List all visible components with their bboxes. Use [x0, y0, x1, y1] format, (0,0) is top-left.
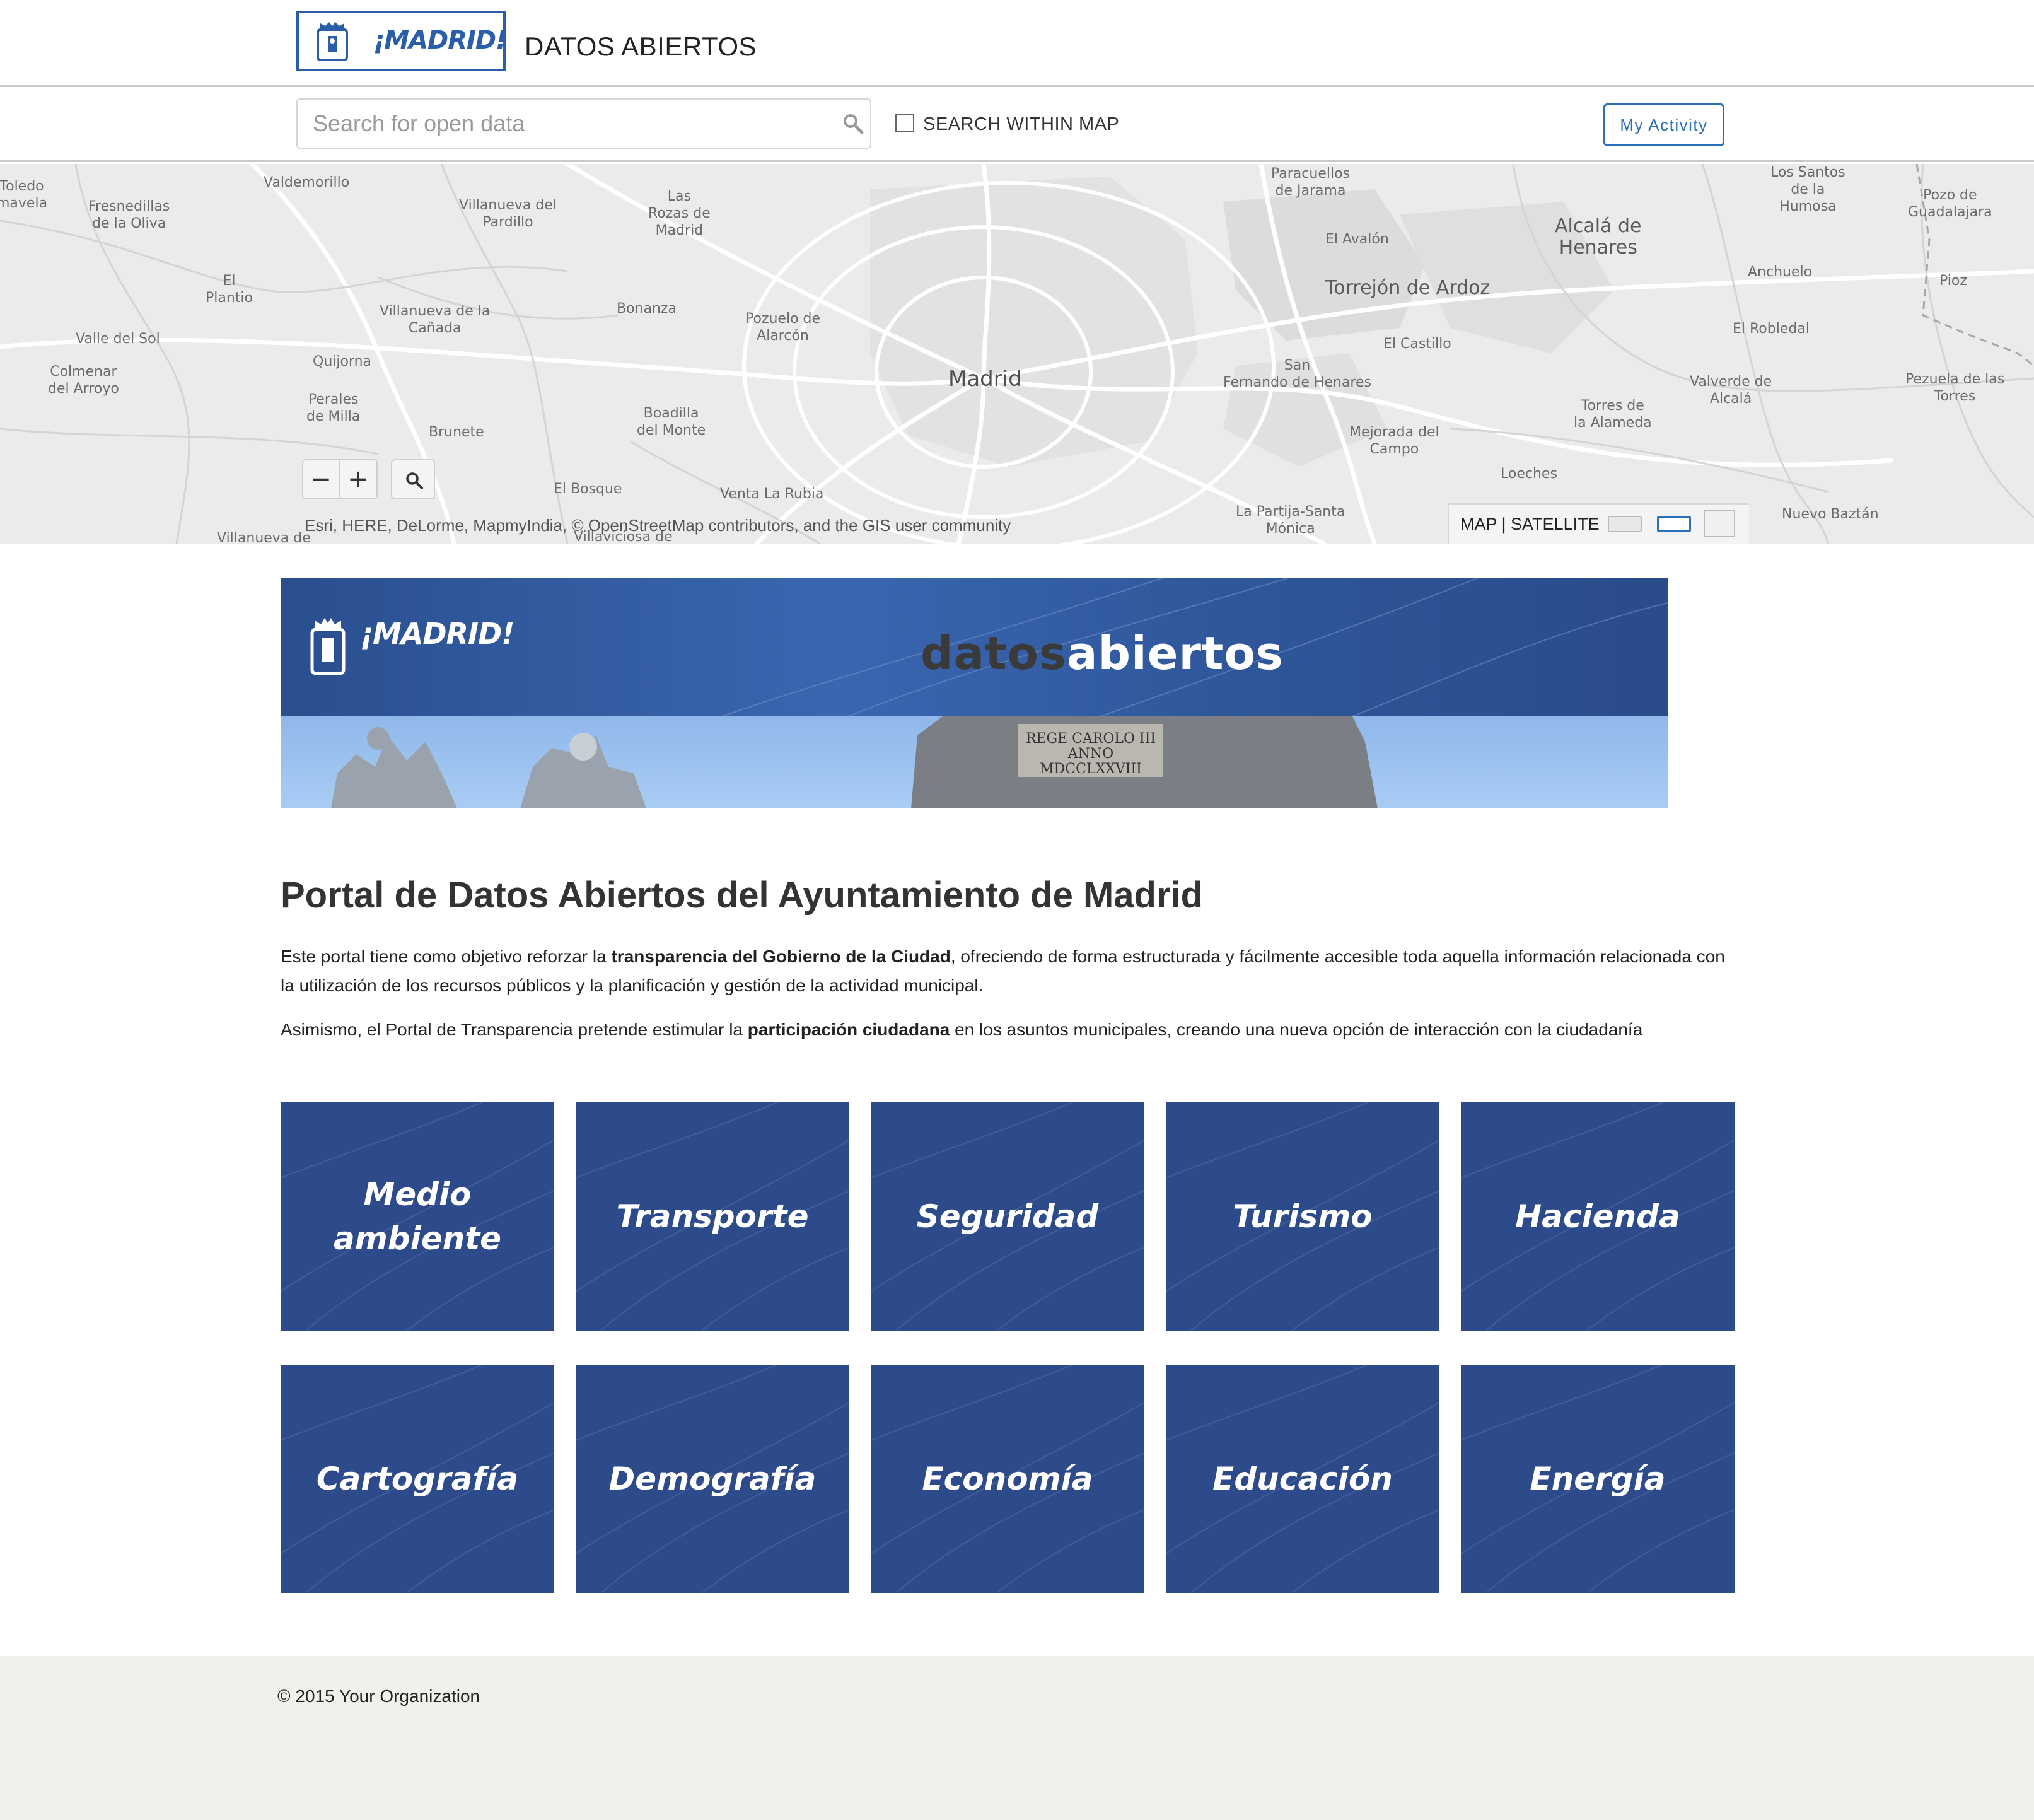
category-tile-medio-ambiente[interactable]: Medio ambiente [281, 1102, 554, 1331]
copyright-text: © 2015 Your Organization [277, 1686, 480, 1706]
map-place-label: Pozo de Guadalajara [1908, 187, 1992, 220]
map-place-label: Torrejón de Ardoz [1325, 277, 1491, 299]
category-tile-label: Demografía [608, 1461, 817, 1497]
hero-banner: ¡MADRID! datosabiertos REGE CAROLO III A… [281, 578, 1668, 808]
page-title: Portal de Datos Abiertos del Ayuntamient… [281, 875, 1204, 916]
site-footer: © 2015 Your Organization [0, 1656, 2034, 1820]
my-activity-button[interactable]: My Activity [1603, 103, 1724, 146]
category-tile-label: Turismo [1233, 1198, 1373, 1235]
madrid-logo[interactable]: ¡MADRID! [296, 11, 507, 71]
category-tile-label: Transporte [616, 1198, 809, 1235]
search-input[interactable] [296, 98, 871, 149]
search-within-map-label[interactable]: SEARCH WITHIN MAP [923, 114, 1119, 135]
category-tile-turismo[interactable]: Turismo [1166, 1102, 1439, 1331]
basemap-thumb-active[interactable] [1657, 516, 1691, 532]
map-city-label-madrid: Madrid [948, 366, 1022, 392]
search-icon[interactable] [842, 113, 864, 134]
madrid-crest-icon [310, 618, 346, 675]
map-place-label: Paracuellos de Jarama [1271, 166, 1351, 199]
map-place-label: Anchuelo [1748, 264, 1813, 280]
map-place-label: Valle del Sol [76, 331, 160, 347]
intro-paragraph-1: Este portal tiene como objetivo reforzar… [281, 947, 1725, 995]
map-place-label: San Fernando de Henares [1223, 358, 1371, 390]
category-tile-label: Medio ambiente [333, 1176, 502, 1257]
map-place-label: Boadilla del Monte [637, 405, 706, 438]
map-place-label: Fresnedillas de la Oliva [88, 199, 170, 231]
map-place-label: Pozuelo de Alarcón [745, 311, 821, 344]
map-place-label: La Partija-Santa Mónica [1236, 504, 1345, 537]
magnifier-icon [406, 472, 423, 489]
basemap-map-satellite-label[interactable]: MAP | SATELLITE [1460, 515, 1600, 534]
category-tile-transporte[interactable]: Transporte [576, 1102, 849, 1331]
category-tile-label: Cartografía [316, 1461, 519, 1497]
map-place-label: Pezuela de las Torres [1905, 371, 2005, 404]
category-tile-demografia[interactable]: Demografía [576, 1365, 849, 1593]
banner-title: datosabiertos [921, 627, 1284, 680]
map-place-label: Mejorada del Campo [1349, 424, 1439, 457]
category-tile-economia[interactable]: Economía [871, 1365, 1144, 1593]
category-tile-label: Hacienda [1515, 1198, 1680, 1235]
map-place-label: Las Rozas de Madrid [648, 189, 711, 238]
alcala-gate-illustration: REGE CAROLO III ANNO MDCCLXXVIII [331, 716, 1378, 808]
map-place-label: Los Santos de la Humosa [1770, 165, 1845, 214]
madrid-crest-icon [317, 22, 348, 61]
category-tile-seguridad[interactable]: Seguridad [871, 1102, 1144, 1331]
map-place-label: Villanueva de [217, 530, 311, 544]
map-place-label: Alcalá de Henares [1555, 215, 1642, 259]
map-attribution: Esri, HERE, DeLorme, MapmyIndia, © OpenS… [305, 516, 1011, 535]
intro-paragraph-2: Asimismo, el Portal de Transparencia pre… [281, 1020, 1643, 1039]
map-place-label: El Bosque [554, 481, 622, 497]
map-place-label: Perales de Milla [306, 392, 361, 424]
logo-text: ¡MADRID! [373, 26, 507, 55]
site-header: ¡MADRID! DATOS ABIERTOS [0, 0, 2034, 87]
map-place-label: Pioz [1939, 273, 1967, 289]
banner-photo: REGE CAROLO III ANNO MDCCLXXVIII [281, 716, 1668, 808]
category-tile-energia[interactable]: Energía [1461, 1365, 1735, 1593]
svg-text:MDCCLXXVIII: MDCCLXXVIII [1040, 761, 1142, 777]
map-search-button[interactable] [391, 459, 435, 499]
search-within-map-checkbox[interactable] [895, 114, 914, 132]
zoom-out-button[interactable]: − [303, 460, 340, 498]
map-place-label: Quijorna [313, 354, 372, 370]
category-tile-label: Energía [1530, 1461, 1666, 1497]
map-place-label: El Plantio [206, 273, 253, 306]
banner-logo-text: ¡MADRID! [360, 617, 514, 651]
map-place-label: Villanueva del Pardillo [459, 197, 557, 230]
map-place-label: Bonanza [617, 301, 677, 317]
basemap-thumb-light[interactable] [1608, 516, 1642, 532]
map-place-label: El Castillo [1383, 336, 1451, 352]
svg-text:REGE CAROLO III: REGE CAROLO III [1026, 731, 1156, 747]
map-view[interactable]: Toledo mavela Fresnedillas de la Oliva V… [0, 164, 2034, 544]
map-place-label: Venta La Rubia [720, 486, 824, 502]
map-place-label: Valdemorillo [264, 175, 350, 190]
basemap-thumb-satellite[interactable] [1704, 510, 1735, 537]
category-tile-label: Seguridad [916, 1198, 1099, 1235]
category-tile-educacion[interactable]: Educación [1166, 1365, 1439, 1593]
zoom-controls: − + [302, 459, 378, 499]
map-place-label: Torres de la Alameda [1574, 398, 1652, 431]
search-toolbar: SEARCH WITHIN MAP My Activity [0, 89, 2034, 162]
zoom-in-button[interactable]: + [340, 460, 376, 498]
svg-text:ANNO: ANNO [1067, 746, 1113, 762]
map-place-label: Colmenar del Arroyo [48, 364, 119, 397]
banner-header: ¡MADRID! datosabiertos [281, 578, 1668, 716]
category-tile-label: Educación [1212, 1461, 1393, 1497]
map-place-label: Toledo mavela [0, 178, 48, 211]
map-place-label: El Robledal [1733, 321, 1810, 337]
map-place-label: Valverde de Alcalá [1690, 374, 1772, 407]
map-place-label: Villanueva de la Cañada [380, 303, 491, 336]
map-place-label: Brunete [429, 424, 484, 440]
map-place-label: El Avalón [1325, 231, 1389, 247]
map-place-label: Nuevo Baztán [1782, 506, 1879, 522]
basemap-switcher: MAP | SATELLITE [1448, 503, 1749, 544]
map-place-label: Loeches [1501, 466, 1557, 482]
category-tile-label: Economía [922, 1461, 1093, 1497]
category-tile-hacienda[interactable]: Hacienda [1461, 1102, 1735, 1331]
category-tile-cartografia[interactable]: Cartografía [281, 1365, 554, 1593]
site-title: DATOS ABIERTOS [525, 32, 757, 61]
